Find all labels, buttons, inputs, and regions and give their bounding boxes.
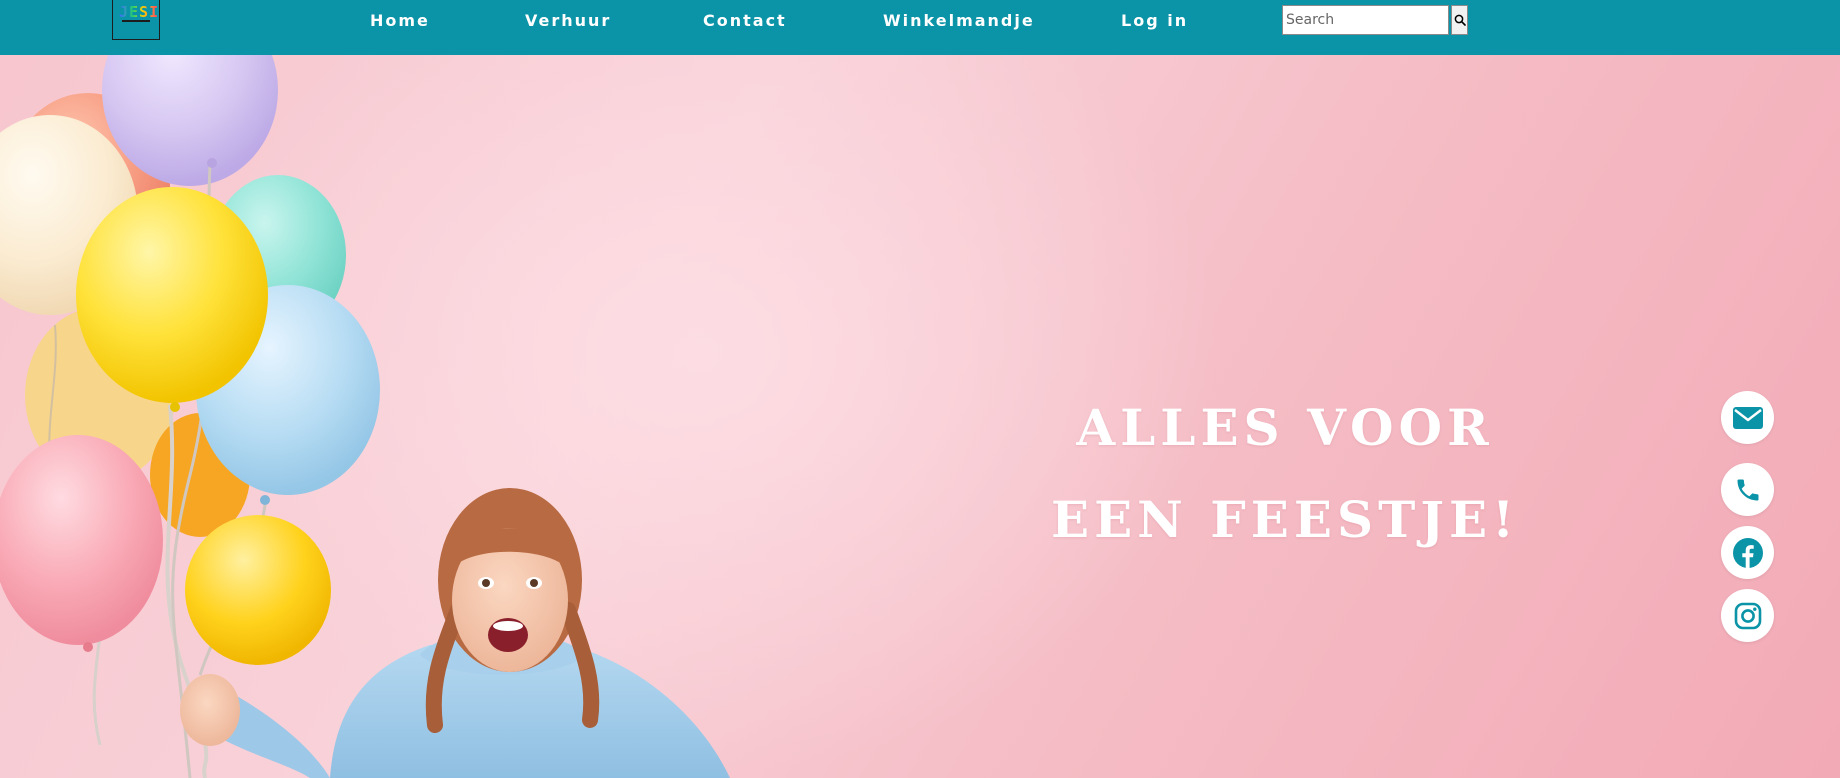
facebook-button[interactable] (1721, 526, 1774, 579)
top-navbar: JESI Home Verhuur Contact Winkelmandje L… (0, 0, 1840, 55)
logo-underline (122, 20, 150, 22)
instagram-button[interactable] (1721, 589, 1774, 642)
hero-title-line-1: ALLES VOOR (1076, 397, 1494, 457)
hero-title: ALLES VOOR EEN FEESTJE! (1020, 382, 1550, 566)
nav-log-in[interactable]: Log in (1121, 11, 1188, 30)
nav-verhuur[interactable]: Verhuur (525, 11, 611, 30)
hero-title-line-2: EEN FEESTJE! (1050, 489, 1520, 549)
phone-icon (1737, 479, 1758, 500)
search-input[interactable] (1282, 5, 1449, 35)
email-button[interactable] (1721, 391, 1774, 444)
hero-balloons-girl-illustration (0, 55, 730, 778)
hero-section: ALLES VOOR EEN FEESTJE! (0, 55, 1840, 778)
envelope-icon (1732, 406, 1763, 429)
facebook-icon (1732, 537, 1763, 568)
search-button[interactable] (1451, 5, 1468, 35)
nav-winkelmandje[interactable]: Winkelmandje (883, 11, 1035, 30)
search-icon (1454, 14, 1466, 26)
instagram-icon (1734, 602, 1761, 629)
brand-logo[interactable]: JESI (112, 0, 160, 40)
phone-button[interactable] (1721, 463, 1774, 516)
nav-home[interactable]: Home (370, 11, 430, 30)
logo-text: JESI (119, 3, 160, 21)
nav-contact[interactable]: Contact (703, 11, 787, 30)
